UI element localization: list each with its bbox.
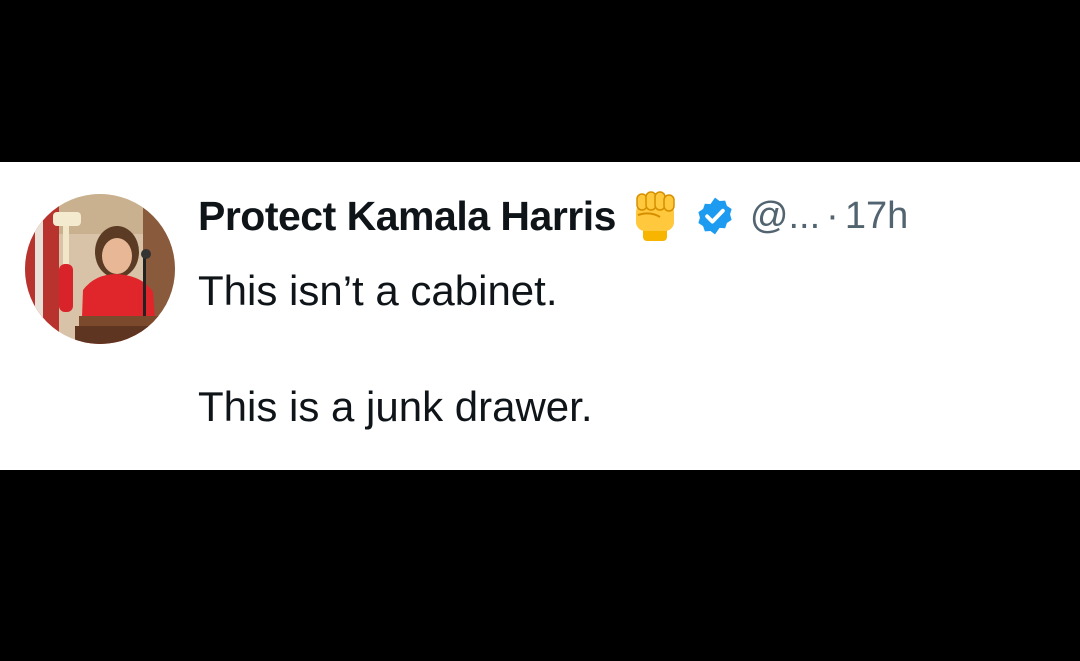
- tweet-timestamp[interactable]: 17h: [845, 195, 908, 238]
- avatar[interactable]: [25, 194, 175, 344]
- user-handle[interactable]: @...: [750, 195, 820, 238]
- tweet-header: Protect Kamala Harris @... · 17h: [198, 188, 908, 244]
- tweet-text-line: This is a junk drawer.: [198, 383, 593, 430]
- verified-badge-icon[interactable]: [694, 195, 736, 237]
- display-name[interactable]: Protect Kamala Harris: [198, 193, 616, 240]
- tweet-text-line: This isn’t a cabinet.: [198, 267, 558, 314]
- tweet-card[interactable]: Protect Kamala Harris @... · 17h This is…: [0, 162, 1080, 470]
- avatar-image: [25, 194, 175, 344]
- tweet-text: This isn’t a cabinet. This is a junk dra…: [198, 262, 593, 436]
- raised-fist-icon: [630, 189, 680, 243]
- header-separator: ·: [826, 194, 839, 237]
